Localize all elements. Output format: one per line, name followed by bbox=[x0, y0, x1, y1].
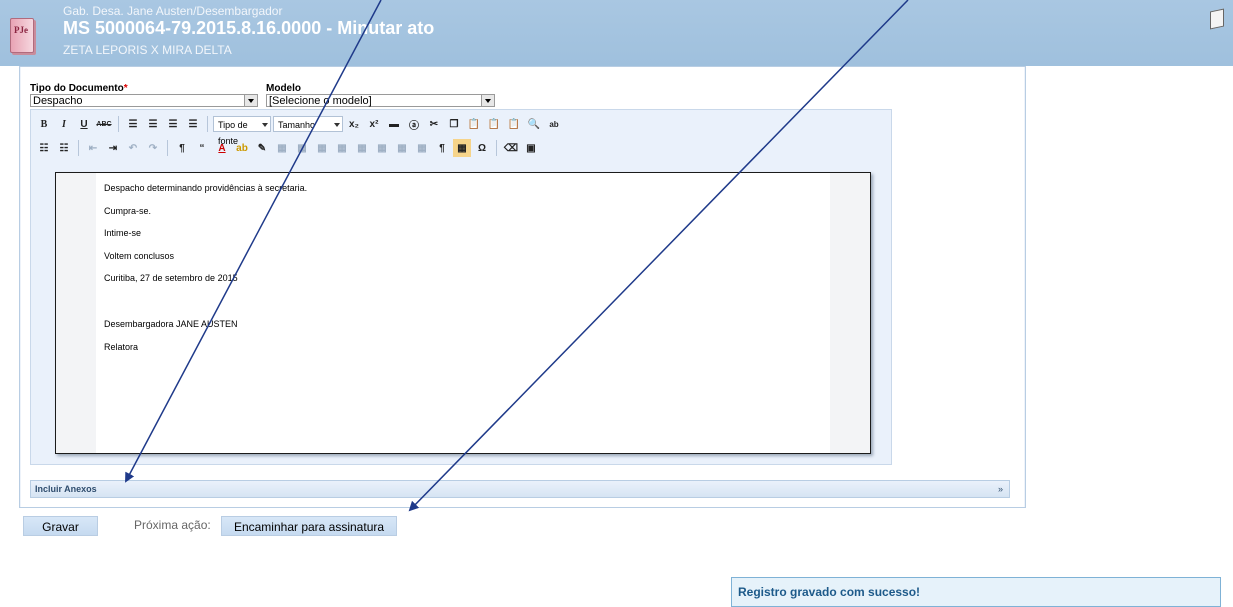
pje-logo: PJe bbox=[10, 18, 34, 53]
edit-icon[interactable]: ✎ bbox=[253, 139, 271, 157]
undo-icon[interactable]: ↶ bbox=[124, 139, 142, 157]
table-icon[interactable]: ▦ bbox=[273, 139, 291, 157]
document-text-line[interactable]: Desembargadora JANE AUSTEN bbox=[104, 319, 238, 329]
page-title: MS 5000064-79.2015.8.16.0000 - Minutar a… bbox=[63, 18, 435, 38]
align-right-icon[interactable]: ☰ bbox=[164, 115, 182, 133]
document-text-line[interactable]: Cumpra-se. bbox=[104, 206, 151, 216]
document-text-line[interactable]: Intime-se bbox=[104, 228, 141, 238]
table-row-icon[interactable]: ▦ bbox=[293, 139, 311, 157]
superscript-icon[interactable]: x² bbox=[365, 115, 383, 133]
bulleted-list-icon[interactable]: ☷ bbox=[35, 139, 53, 157]
quote-icon[interactable]: “ bbox=[193, 139, 211, 157]
document-text-line[interactable]: Despacho determinando providências à sec… bbox=[104, 183, 307, 193]
chevron-down-icon[interactable] bbox=[244, 95, 257, 106]
header-office: Gab. Desa. Jane Austen/Desembargador bbox=[63, 4, 283, 18]
bold-icon[interactable]: B bbox=[35, 115, 53, 133]
italic-icon[interactable]: I bbox=[55, 115, 73, 133]
underline-icon[interactable]: U bbox=[75, 115, 93, 133]
rich-text-editor: B I U ABC ☰ ☰ ☰ ☰ Tipo de fonte Tamanho … bbox=[30, 109, 892, 465]
show-paragraph-icon[interactable]: ¶ bbox=[433, 139, 451, 157]
merge-cells-icon[interactable]: ▦ bbox=[333, 139, 351, 157]
align-left-icon[interactable]: ☰ bbox=[124, 115, 142, 133]
grid-icon[interactable]: ▦ bbox=[413, 139, 431, 157]
toolbar-divider bbox=[118, 116, 119, 132]
incluir-anexos-toggle[interactable]: Incluir Anexos » bbox=[30, 480, 1010, 498]
table-props-icon[interactable]: ▦ bbox=[393, 139, 411, 157]
editor-toolbar-row-2: ☷ ☷ ⇤ ⇥ ↶ ↷ ¶ “ A ab ✎ ▦ ▦ ▦ ▦ ▦ ▦ ▦ ▦ ¶… bbox=[35, 138, 540, 158]
case-icon[interactable]: ⓐ bbox=[405, 115, 423, 133]
align-center-icon[interactable]: ☰ bbox=[144, 115, 162, 133]
encaminhar-assinatura-button[interactable]: Encaminhar para assinatura bbox=[221, 516, 397, 536]
document-text-line[interactable]: Relatora bbox=[104, 342, 138, 352]
outdent-icon[interactable]: ⇤ bbox=[84, 139, 102, 157]
modelo-select[interactable]: [Selecione o modelo] bbox=[266, 94, 495, 107]
toolbar-divider bbox=[167, 140, 168, 156]
gravar-button[interactable]: Gravar bbox=[23, 516, 98, 536]
paste-icon[interactable]: 📋 bbox=[465, 115, 483, 133]
fullscreen-icon[interactable]: ▣ bbox=[522, 139, 540, 157]
redo-icon[interactable]: ↷ bbox=[144, 139, 162, 157]
split-cells-icon[interactable]: ▦ bbox=[353, 139, 371, 157]
document-text-line[interactable]: Curitiba, 27 de setembro de 2015 bbox=[104, 273, 238, 283]
document-icon[interactable] bbox=[1210, 8, 1224, 30]
special-char-icon[interactable]: Ω bbox=[473, 139, 491, 157]
chevron-down-icon[interactable] bbox=[481, 95, 494, 106]
incluir-anexos-label: Incluir Anexos bbox=[35, 484, 97, 494]
replace-icon[interactable]: ab bbox=[545, 115, 563, 133]
highlight-icon[interactable]: ab bbox=[233, 139, 251, 157]
font-size-dropdown[interactable]: Tamanho bbox=[273, 116, 343, 132]
numbered-list-icon[interactable]: ☷ bbox=[55, 139, 73, 157]
toolbar-divider bbox=[207, 116, 208, 132]
indent-icon[interactable]: ⇥ bbox=[104, 139, 122, 157]
copy-icon[interactable]: ❐ bbox=[445, 115, 463, 133]
horizontal-rule-icon[interactable]: ▬ bbox=[385, 115, 403, 133]
cell-props-icon[interactable]: ▦ bbox=[373, 139, 391, 157]
editor-toolbar-row-1: B I U ABC ☰ ☰ ☰ ☰ Tipo de fonte Tamanho … bbox=[35, 114, 563, 146]
eraser-icon[interactable]: ⌫ bbox=[502, 139, 520, 157]
modelo-label: Modelo bbox=[266, 83, 301, 94]
align-justify-icon[interactable]: ☰ bbox=[184, 115, 202, 133]
document-page[interactable]: Despacho determinando providências à sec… bbox=[55, 172, 871, 454]
toolbar-divider bbox=[496, 140, 497, 156]
tipo-documento-select[interactable]: Despacho bbox=[30, 94, 258, 107]
subscript-icon[interactable]: x₂ bbox=[345, 115, 363, 133]
page-left-margin bbox=[56, 173, 96, 453]
document-text-line[interactable]: Voltem conclusos bbox=[104, 251, 174, 261]
cut-icon[interactable]: ✂ bbox=[425, 115, 443, 133]
header-parties: ZETA LEPORIS X MIRA DELTA bbox=[63, 43, 232, 57]
find-icon[interactable]: 🔍 bbox=[525, 115, 543, 133]
font-color-icon[interactable]: A bbox=[213, 139, 231, 157]
toolbar-divider bbox=[78, 140, 79, 156]
page-right-margin bbox=[830, 173, 870, 453]
insert-table-icon[interactable]: ▦ bbox=[453, 139, 471, 157]
header-bar: PJe Gab. Desa. Jane Austen/Desembargador… bbox=[0, 0, 1233, 66]
expand-icon[interactable]: » bbox=[998, 484, 1003, 494]
proxima-acao-label: Próxima ação: bbox=[134, 518, 211, 532]
success-message: Registro gravado com sucesso! bbox=[731, 577, 1221, 607]
paste-text-icon[interactable]: 📋 bbox=[485, 115, 503, 133]
tipo-documento-label: Tipo do Documento* bbox=[30, 83, 128, 94]
success-message-text: Registro gravado com sucesso! bbox=[738, 585, 921, 599]
paste-word-icon[interactable]: 📋 bbox=[505, 115, 523, 133]
font-family-dropdown[interactable]: Tipo de fonte bbox=[213, 116, 271, 146]
table-col-icon[interactable]: ▦ bbox=[313, 139, 331, 157]
strikethrough-icon[interactable]: ABC bbox=[95, 115, 113, 133]
paragraph-icon[interactable]: ¶ bbox=[173, 139, 191, 157]
